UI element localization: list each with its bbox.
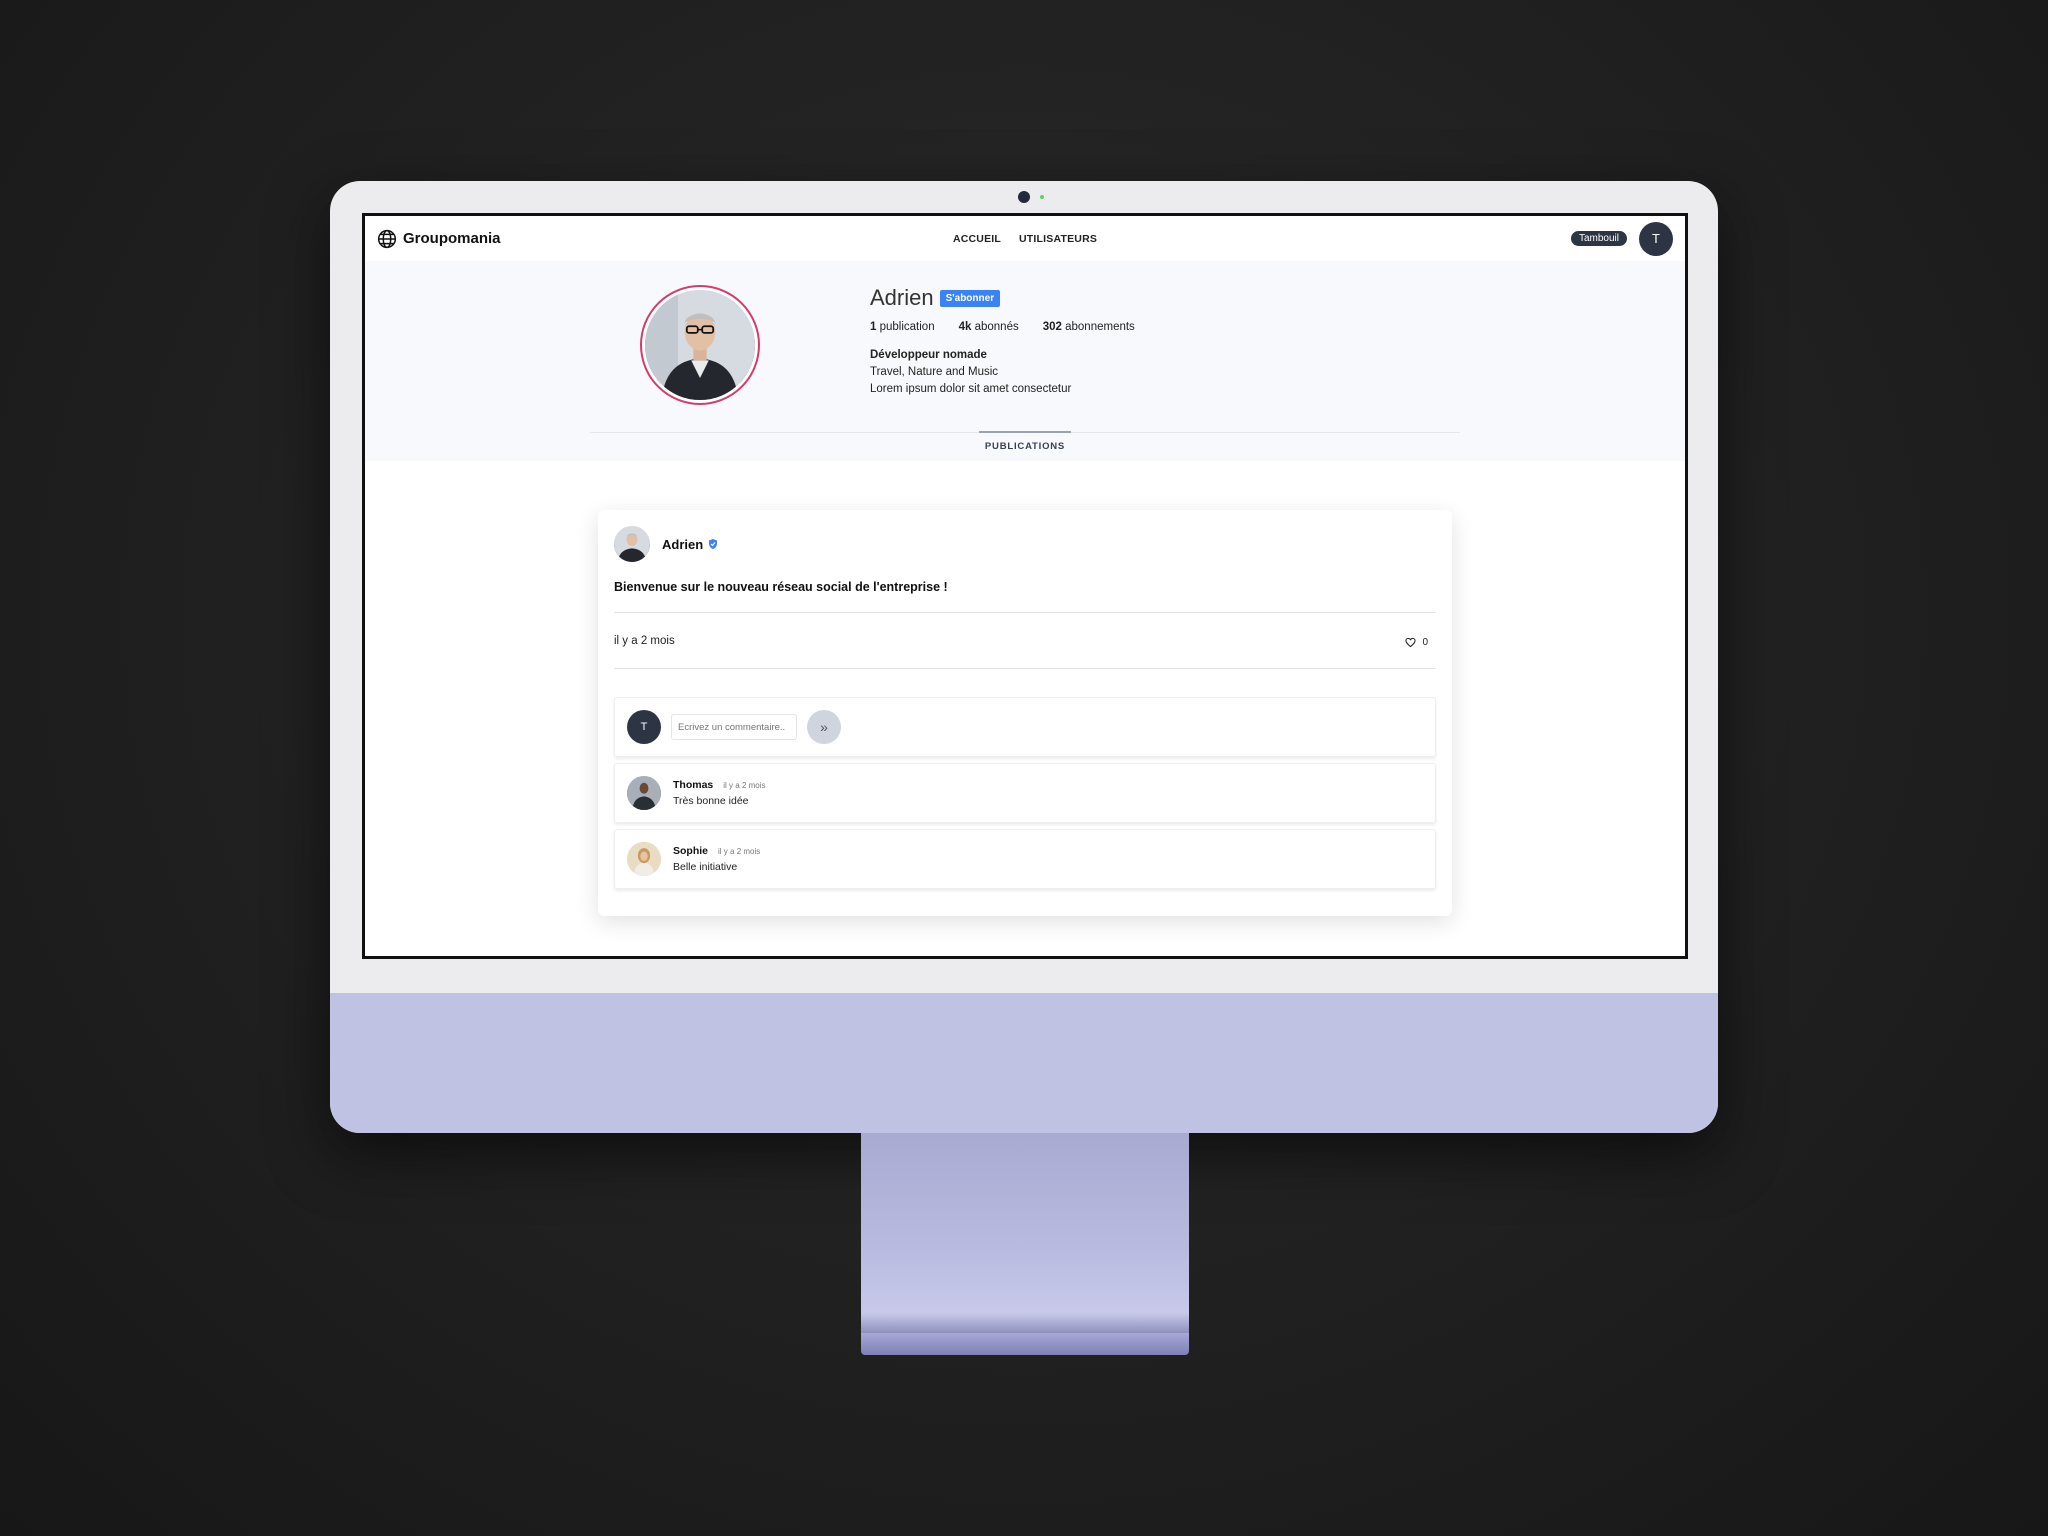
comment-time: il y a 2 mois bbox=[723, 781, 766, 790]
nav-links: ACCUEIL UTILISATEURS bbox=[953, 233, 1097, 245]
comment-head: Thomas il y a 2 mois bbox=[673, 779, 766, 791]
nav-link-utilisateurs[interactable]: UTILISATEURS bbox=[1019, 233, 1097, 245]
post-text: Bienvenue sur le nouveau réseau social d… bbox=[614, 580, 948, 594]
post-card: Adrien Bienvenue sur le nouveau réseau s… bbox=[598, 510, 1452, 916]
camera-led-icon bbox=[1040, 195, 1044, 199]
globe-icon bbox=[377, 229, 397, 248]
brand[interactable]: Groupomania bbox=[377, 229, 501, 249]
post-time: il y a 2 mois bbox=[614, 634, 675, 647]
camera-icon bbox=[1018, 191, 1030, 203]
post-author-avatar[interactable] bbox=[614, 526, 650, 562]
comment-head: Sophie il y a 2 mois bbox=[673, 845, 760, 857]
profile-avatar bbox=[645, 290, 755, 400]
stat-publications: 1 publication bbox=[870, 321, 935, 333]
send-comment-button[interactable]: » bbox=[807, 710, 841, 744]
post-header: Adrien bbox=[614, 526, 1436, 562]
stat-following[interactable]: 302 abonnements bbox=[1043, 321, 1135, 333]
comment-time: il y a 2 mois bbox=[718, 847, 761, 856]
user-avatar[interactable]: T bbox=[1639, 221, 1673, 256]
comments-section: T » T bbox=[614, 697, 1436, 889]
comment-text: Très bonne idée bbox=[673, 795, 749, 807]
person-portrait-icon bbox=[645, 290, 755, 400]
top-navbar: Groupomania ACCUEIL UTILISATEURS Tamboui… bbox=[365, 216, 1685, 261]
like-button[interactable]: 0 bbox=[1405, 637, 1428, 648]
comment-input[interactable] bbox=[671, 714, 797, 740]
divider bbox=[614, 612, 1436, 613]
subscribe-button[interactable]: S'abonner bbox=[939, 289, 1001, 307]
comment-author[interactable]: Thomas bbox=[673, 779, 713, 791]
double-chevron-right-icon: » bbox=[820, 719, 828, 735]
comment-avatar[interactable] bbox=[627, 842, 661, 876]
person-portrait-icon bbox=[627, 842, 661, 876]
comment-avatar[interactable] bbox=[627, 776, 661, 810]
composer-avatar: T bbox=[627, 710, 661, 744]
post-author-row: Adrien bbox=[662, 537, 719, 552]
post-author-name[interactable]: Adrien bbox=[662, 537, 703, 552]
imac-stand-foot bbox=[861, 1333, 1189, 1355]
comment-text: Belle initiative bbox=[673, 861, 738, 873]
like-count: 0 bbox=[1422, 637, 1428, 648]
comment-composer: T » bbox=[614, 697, 1436, 757]
comment-author[interactable]: Sophie bbox=[673, 845, 708, 857]
comment-item: Thomas il y a 2 mois Très bonne idée bbox=[614, 763, 1436, 823]
verified-shield-icon bbox=[709, 539, 718, 549]
comment-item: Sophie il y a 2 mois Belle initiative bbox=[614, 829, 1436, 889]
post-meta: il y a 2 mois 0 bbox=[614, 633, 1436, 649]
comment-content: Sophie il y a 2 mois Belle initiative bbox=[673, 845, 760, 873]
profile-info: Adrien S'abonner 1 publication 4k abonné… bbox=[870, 285, 1135, 398]
divider bbox=[614, 668, 1436, 669]
tab-publications[interactable]: PUBLICATIONS bbox=[979, 441, 1071, 452]
profile-stats: 1 publication 4k abonnés 302 abonnements bbox=[870, 321, 1135, 333]
user-menu: Tambouil T bbox=[1570, 221, 1673, 256]
bio-line: Travel, Nature and Music bbox=[870, 366, 999, 378]
profile-name-row: Adrien S'abonner bbox=[870, 285, 1135, 311]
heart-icon bbox=[1405, 637, 1417, 648]
profile-bio: Développeur nomade Travel, Nature and Mu… bbox=[870, 347, 1135, 398]
nav-link-accueil[interactable]: ACCUEIL bbox=[953, 233, 1001, 245]
profile-avatar-ring bbox=[640, 285, 760, 405]
person-portrait-icon bbox=[614, 526, 650, 562]
app-window: Groupomania ACCUEIL UTILISATEURS Tamboui… bbox=[365, 216, 1685, 956]
person-portrait-icon bbox=[627, 776, 661, 810]
bio-title: Développeur nomade bbox=[870, 349, 987, 361]
comment-content: Thomas il y a 2 mois Très bonne idée bbox=[673, 779, 766, 807]
screen: Groupomania ACCUEIL UTILISATEURS Tamboui… bbox=[362, 213, 1688, 959]
profile-header: Adrien S'abonner 1 publication 4k abonné… bbox=[365, 261, 1685, 461]
profile-name: Adrien bbox=[870, 285, 934, 310]
imac-stand bbox=[861, 1133, 1189, 1333]
imac-chin bbox=[330, 993, 1718, 1133]
bio-line: Lorem ipsum dolor sit amet consectetur bbox=[870, 383, 1072, 395]
username-badge[interactable]: Tambouil bbox=[1570, 231, 1627, 246]
brand-name: Groupomania bbox=[403, 230, 501, 247]
tab-active-indicator bbox=[979, 431, 1071, 433]
stat-followers[interactable]: 4k abonnés bbox=[959, 321, 1019, 333]
